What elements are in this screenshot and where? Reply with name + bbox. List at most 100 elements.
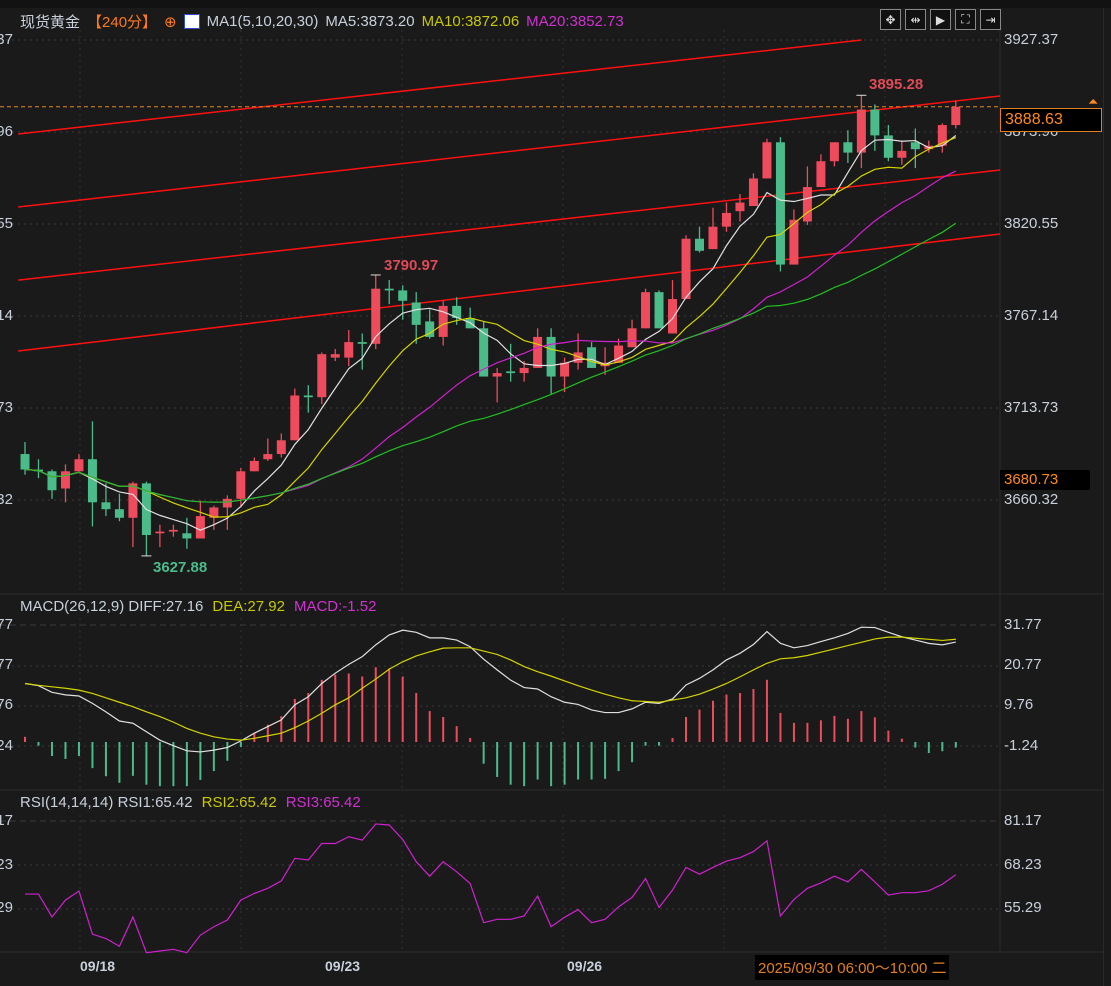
candle-body xyxy=(492,373,502,377)
candle-body xyxy=(384,288,394,291)
fullscreen-icon[interactable]: ⛶ xyxy=(955,9,976,30)
rsi-axis-label: 55.29 xyxy=(1004,899,1042,916)
left-axis-label: -1.24 xyxy=(0,737,13,754)
current-price-tag: 3888.63 xyxy=(1000,108,1102,132)
left-axis-label: 20.77 xyxy=(0,656,13,673)
candle-body xyxy=(829,142,839,162)
macd-title[interactable]: MACD(26,12,9) xyxy=(20,598,124,615)
candle-body xyxy=(236,471,246,499)
ma-indicator-icon[interactable] xyxy=(183,14,200,29)
candle-body xyxy=(344,342,354,358)
price-axis-label: 3713.73 xyxy=(1004,399,1059,416)
candle-body xyxy=(870,109,880,136)
candle-body xyxy=(843,142,853,153)
ma20-value: MA20:3852.73 xyxy=(526,13,624,30)
candle-body xyxy=(748,178,758,207)
macd-diff: DIFF:27.16 xyxy=(128,598,204,615)
range-icon[interactable]: ⇹ xyxy=(905,9,926,30)
candle-body xyxy=(317,354,327,398)
trendline xyxy=(18,169,1000,281)
symbol-name: 现货黄金 xyxy=(20,14,81,31)
trendline xyxy=(18,95,1000,208)
left-axis-label: 3767.14 xyxy=(0,307,13,324)
rsi-title[interactable]: RSI(14,14,14) xyxy=(20,794,113,811)
candle-body xyxy=(263,454,273,460)
candle-body xyxy=(20,454,30,470)
left-axis-clip: 81.17 xyxy=(0,812,13,830)
macd-dea: DEA:27.92 xyxy=(212,598,285,615)
left-axis-clip: 20.77 xyxy=(0,656,13,674)
rsi2-value: RSI2:65.42 xyxy=(201,794,277,811)
left-axis-clip: 3873.96 xyxy=(0,123,13,141)
trendline xyxy=(18,39,862,135)
crosshair-icon[interactable]: ✥ xyxy=(880,9,901,30)
candle-body xyxy=(654,292,664,329)
candle-body xyxy=(114,509,124,518)
candle-body xyxy=(357,342,367,344)
candle-body xyxy=(398,290,408,301)
high-annotation: 3895.28 xyxy=(869,76,924,93)
trendline xyxy=(18,233,1000,352)
candle-body xyxy=(546,336,556,377)
candle-body xyxy=(681,238,691,300)
left-axis-label: 3660.32 xyxy=(0,491,13,508)
left-axis-label: 3820.55 xyxy=(0,215,13,232)
rsi-legend: RSI(14,14,14) RSI1:65.42 RSI2:65.42 RSI3… xyxy=(20,794,361,811)
left-axis-label: 3927.37 xyxy=(0,31,13,48)
candle-body xyxy=(735,202,745,212)
ma10-line xyxy=(24,136,957,518)
candle-body xyxy=(951,106,961,126)
rsi-axis-label: 68.23 xyxy=(1004,856,1042,873)
candle-body xyxy=(168,529,178,532)
candle-body xyxy=(856,109,866,153)
ma30-line xyxy=(24,222,957,503)
left-axis-clip: 3927.37 xyxy=(0,31,13,49)
candle-body xyxy=(721,212,731,227)
candle-body xyxy=(303,395,313,398)
price-axis-label: 3660.32 xyxy=(1004,491,1059,508)
left-axis-clip: 31.77 xyxy=(0,616,13,634)
candle-body xyxy=(533,336,543,368)
date-label: 09/18 xyxy=(80,958,116,974)
play-icon[interactable]: ▶ xyxy=(930,9,951,30)
period-selector[interactable]: 【240分】 xyxy=(87,11,157,32)
candle-body xyxy=(668,299,678,334)
candle-body xyxy=(101,502,111,510)
candle-body xyxy=(155,531,165,534)
side-panel-edge xyxy=(1103,8,1111,986)
candle-body xyxy=(587,347,597,368)
candle-body xyxy=(60,471,70,489)
candle-body xyxy=(695,238,704,251)
left-axis-label: 55.29 xyxy=(0,899,13,916)
candle-body xyxy=(276,440,286,455)
candle-body xyxy=(506,371,516,374)
candle-body xyxy=(641,292,651,329)
left-axis-clip: 3820.55 xyxy=(0,215,13,233)
candle-body xyxy=(775,142,785,265)
candle-body xyxy=(560,362,570,377)
ma10-value: MA10:3872.06 xyxy=(421,13,520,30)
candle-body xyxy=(897,150,907,158)
left-axis-label: 9.76 xyxy=(0,696,13,713)
add-compare-icon[interactable]: ⊕ xyxy=(164,13,177,31)
marker-price-tag: 3680.73 xyxy=(1000,470,1090,490)
candle-body xyxy=(708,226,718,250)
chart-header: 现货黄金 【240分】 ⊕ MA1(5,10,20,30) MA5:3873.2… xyxy=(20,11,624,32)
left-axis-label: 68.23 xyxy=(0,856,13,873)
price-axis-label: 3767.14 xyxy=(1004,307,1059,324)
macd-axis-label: 20.77 xyxy=(1004,656,1042,673)
date-label: 09/23 xyxy=(325,958,361,974)
candle-body xyxy=(330,354,340,358)
exit-icon[interactable]: ⇥ xyxy=(980,9,1001,30)
candle-body xyxy=(74,459,84,472)
scroll-up-icon[interactable]: ⏶ xyxy=(1088,94,1098,110)
rsi-axis-label: 81.17 xyxy=(1004,812,1042,829)
rsi1-value: RSI1:65.42 xyxy=(117,794,193,811)
price-axis-label: 3927.37 xyxy=(1004,31,1059,48)
chart-canvas[interactable] xyxy=(0,0,1111,986)
candle-body xyxy=(249,460,259,472)
ma-params[interactable]: MA1(5,10,20,30) xyxy=(207,13,319,30)
macd-axis-label: 9.76 xyxy=(1004,696,1034,713)
candle-body xyxy=(195,516,205,539)
diff-line xyxy=(24,626,956,753)
